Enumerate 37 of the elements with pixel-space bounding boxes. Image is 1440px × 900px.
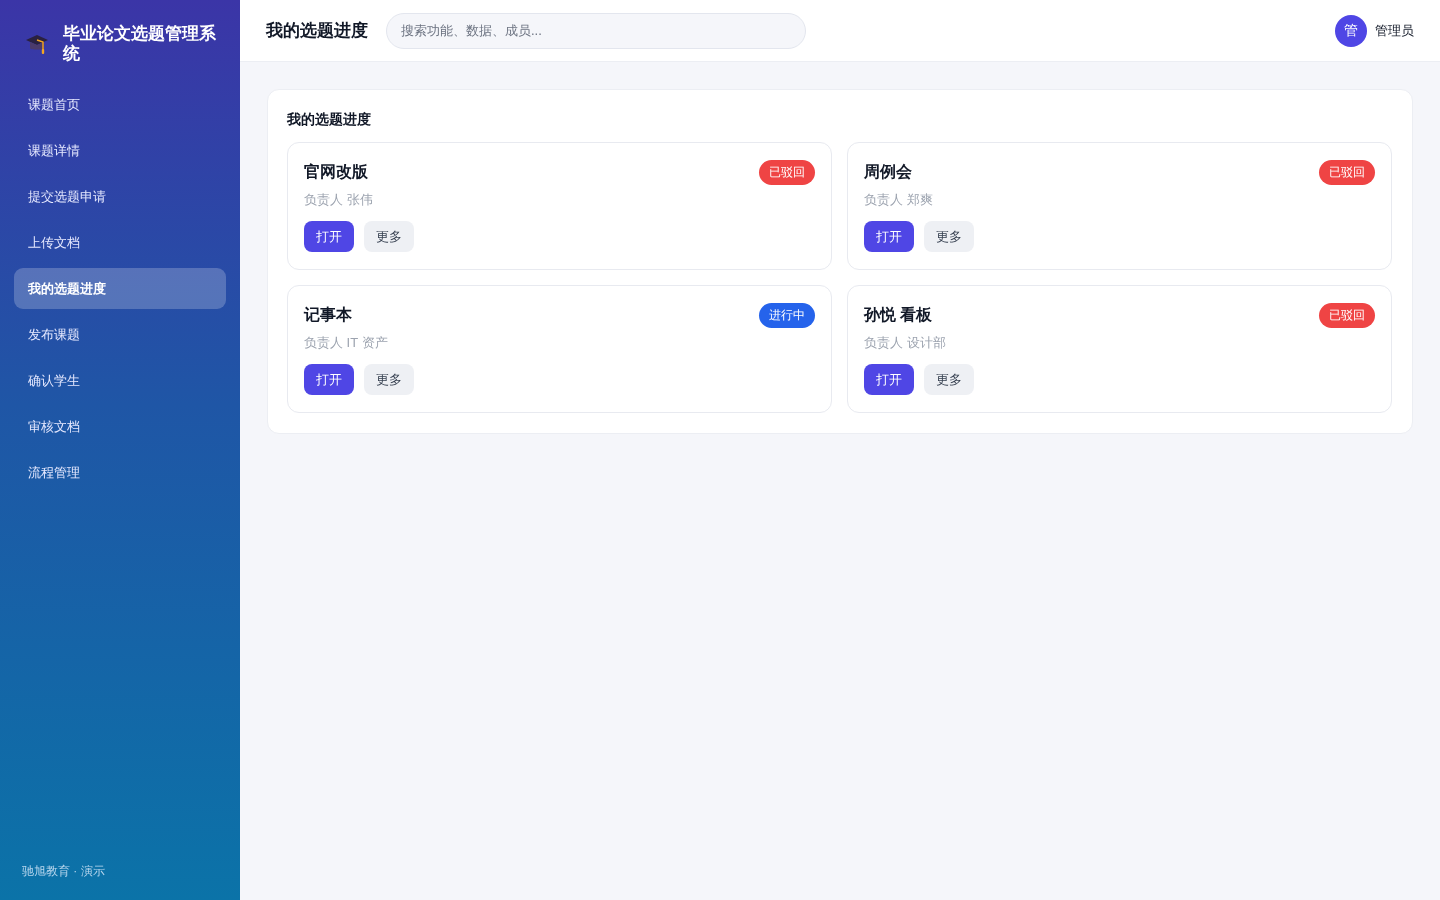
open-button[interactable]: 打开 (304, 221, 354, 252)
more-button[interactable]: 更多 (924, 221, 974, 252)
status-badge: 已驳回 (759, 159, 815, 185)
status-badge: 进行中 (759, 302, 815, 328)
nav-item[interactable]: 课题首页 (14, 84, 226, 125)
graduation-cap-icon (25, 33, 49, 55)
nav-item[interactable]: 流程管理 (14, 452, 226, 493)
open-button[interactable]: 打开 (864, 221, 914, 252)
open-button[interactable]: 打开 (864, 364, 914, 395)
search-field[interactable]: 搜索功能、数据、成员... (386, 12, 806, 49)
user-avatar[interactable]: 管 (1335, 14, 1367, 47)
status-badge: 已驳回 (1319, 302, 1375, 328)
nav-item[interactable]: 发布课题 (14, 314, 226, 355)
card-title: 记事本 (304, 304, 352, 325)
nav-item[interactable]: 上传文档 (14, 222, 226, 263)
status-badge: 已驳回 (1319, 159, 1375, 185)
card-title: 官网改版 (304, 161, 368, 182)
owner-text: 负责人 IT 资产 (304, 334, 389, 352)
app-title: 毕业论文选题管理系统 (63, 24, 217, 64)
nav-item[interactable]: 审核文档 (14, 406, 226, 447)
panel-title: 我的选题进度 (287, 110, 372, 128)
more-button[interactable]: 更多 (364, 364, 414, 395)
user-name: 管理员 (1375, 21, 1414, 40)
more-button[interactable]: 更多 (364, 221, 414, 252)
nav-item[interactable]: 提交选题申请 (14, 176, 226, 217)
owner-text: 负责人 张伟 (304, 191, 374, 209)
nav-item[interactable]: 我的选题进度 (14, 268, 226, 309)
card-title: 孙悦 看板 (864, 304, 933, 325)
owner-text: 负责人 郑爽 (864, 191, 934, 209)
nav-item[interactable]: 确认学生 (14, 360, 226, 401)
page-title: 我的选题进度 (266, 20, 368, 42)
footer-text: 驰旭教育 · 演示 (21, 863, 106, 880)
card-title: 周例会 (864, 161, 912, 182)
more-button[interactable]: 更多 (924, 364, 974, 395)
nav-item[interactable]: 课题详情 (14, 130, 226, 171)
owner-text: 负责人 设计部 (864, 334, 947, 352)
open-button[interactable]: 打开 (304, 364, 354, 395)
